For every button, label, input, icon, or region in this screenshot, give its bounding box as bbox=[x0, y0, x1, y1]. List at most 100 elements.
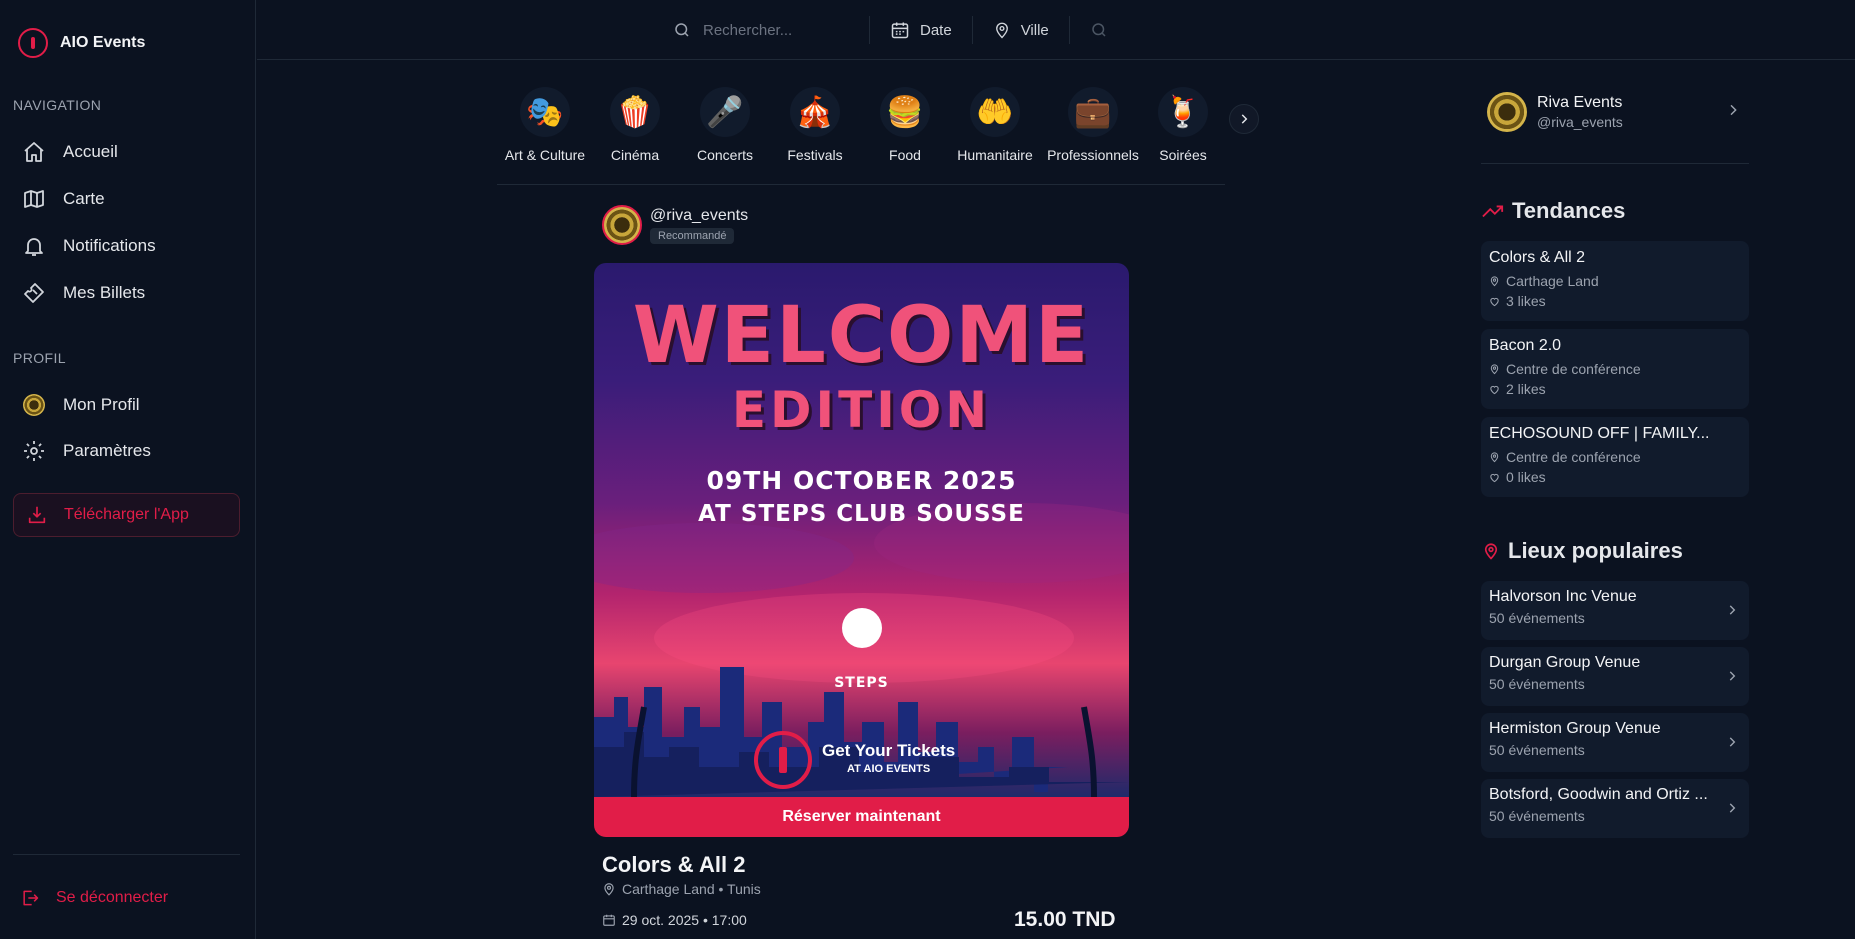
book-now-button[interactable]: Réserver maintenant bbox=[594, 797, 1129, 837]
date-filter-button[interactable]: Date bbox=[870, 20, 972, 40]
venue-event-count: 50 événements bbox=[1489, 808, 1585, 824]
sidebar: AIO Events NAVIGATION Accueil Carte Noti… bbox=[0, 0, 256, 939]
sidebar-item-carte[interactable]: Carte bbox=[13, 179, 243, 219]
venue-item[interactable]: Halvorson Inc Venue 50 événements bbox=[1481, 581, 1749, 640]
food-icon: 🍔 bbox=[880, 87, 930, 137]
venue-item[interactable]: Hermiston Group Venue 50 événements bbox=[1481, 713, 1749, 772]
concerts-icon: 🎤 bbox=[700, 87, 750, 137]
avatar-wrap bbox=[21, 392, 47, 418]
poster-title-line2: EDITION bbox=[731, 381, 992, 439]
trend-title: Colors & All 2 bbox=[1489, 249, 1586, 266]
gear-icon bbox=[21, 438, 47, 464]
avatar bbox=[1487, 92, 1527, 132]
categories-next-button[interactable] bbox=[1229, 104, 1259, 134]
sidebar-item-accueil[interactable]: Accueil bbox=[13, 132, 243, 172]
category-art-culture[interactable]: 🎭 Art & Culture bbox=[497, 87, 593, 163]
trend-item[interactable]: ECHOSOUND OFF | FAMILY... Centre de conf… bbox=[1481, 417, 1749, 497]
search-icon bbox=[1092, 23, 1106, 37]
category-professionnels[interactable]: 💼 Professionnels bbox=[1045, 87, 1141, 163]
sidebar-item-label: Notifications bbox=[63, 236, 156, 255]
category-label: Cinéma bbox=[610, 147, 660, 163]
poster-cta-sub: AT AIO EVENTS bbox=[847, 763, 931, 775]
post-author[interactable]: @riva_events Recommandé bbox=[602, 205, 748, 245]
sidebar-item-mes-billets[interactable]: Mes Billets bbox=[13, 273, 243, 313]
category-festivals[interactable]: 🎪 Festivals bbox=[767, 87, 863, 163]
trend-item[interactable]: Bacon 2.0 Centre de conférence 2 likes bbox=[1481, 329, 1749, 409]
heart-icon bbox=[1490, 473, 1499, 482]
category-humanitaire[interactable]: 🤲 Humanitaire bbox=[947, 87, 1043, 163]
trend-location: Centre de conférence bbox=[1489, 449, 1741, 465]
heart-icon bbox=[1490, 385, 1499, 394]
search-field[interactable] bbox=[669, 21, 869, 39]
location-pin-icon bbox=[993, 20, 1011, 40]
calendar-icon bbox=[890, 20, 910, 40]
search-input[interactable] bbox=[703, 21, 863, 39]
art-culture-icon: 🎭 bbox=[520, 87, 570, 137]
calendar-icon bbox=[603, 914, 615, 926]
trend-location: Carthage Land bbox=[1489, 273, 1741, 289]
sidebar-item-mon-profil[interactable]: Mon Profil bbox=[13, 385, 243, 425]
organizer-name: Riva Events bbox=[1537, 94, 1623, 111]
profile-section-title: PROFIL bbox=[13, 350, 66, 366]
app-name: AIO Events bbox=[60, 34, 146, 51]
recommended-badge: Recommandé bbox=[650, 227, 735, 244]
event-datetime-text: 29 oct. 2025 • 17:00 bbox=[622, 912, 747, 928]
category-strip: 🎭 Art & Culture 🍿 Cinéma 🎤 Concerts 🎪 Fe… bbox=[497, 85, 1259, 185]
download-icon bbox=[26, 504, 48, 526]
event-location-text: Carthage Land • Tunis bbox=[622, 881, 761, 897]
sidebar-item-parametres[interactable]: Paramètres bbox=[13, 431, 243, 471]
trends-heading: Tendances bbox=[1482, 198, 1625, 224]
festivals-icon: 🎪 bbox=[790, 87, 840, 137]
trend-location-text: Carthage Land bbox=[1506, 273, 1599, 289]
brand[interactable]: AIO Events bbox=[18, 28, 145, 58]
location-pin-icon bbox=[1484, 543, 1498, 560]
event-poster-image[interactable]: WELCOME EDITION 09TH OCTOBER 2025 AT STE… bbox=[594, 263, 1129, 797]
logout-icon bbox=[20, 888, 40, 908]
download-app-button[interactable]: Télécharger l'App bbox=[13, 493, 240, 537]
avatar bbox=[602, 205, 642, 245]
venue-item[interactable]: Durgan Group Venue 50 événements bbox=[1481, 647, 1749, 706]
event-datetime: 29 oct. 2025 • 17:00 bbox=[602, 912, 747, 928]
category-concerts[interactable]: 🎤 Concerts bbox=[677, 87, 773, 163]
poster-date-line1: 09TH OCTOBER 2025 bbox=[706, 466, 1017, 495]
logout-label: Se déconnecter bbox=[56, 889, 169, 906]
venue-name: Hermiston Group Venue bbox=[1489, 720, 1661, 737]
category-cinema[interactable]: 🍿 Cinéma bbox=[587, 87, 683, 163]
venues-heading: Lieux populaires bbox=[1482, 538, 1683, 564]
sidebar-divider bbox=[13, 854, 240, 855]
event-title[interactable]: Colors & All 2 bbox=[602, 852, 745, 878]
venue-item[interactable]: Botsford, Goodwin and Ortiz ... 50 événe… bbox=[1481, 779, 1749, 838]
city-filter-button[interactable]: Ville bbox=[973, 20, 1069, 40]
trending-up-icon bbox=[1482, 205, 1504, 218]
date-filter-label: Date bbox=[920, 21, 952, 39]
sidebar-item-label: Mon Profil bbox=[63, 395, 140, 414]
cinema-icon: 🍿 bbox=[610, 87, 660, 137]
category-food[interactable]: 🍔 Food bbox=[857, 87, 953, 163]
event-price: 15.00 TND bbox=[1014, 908, 1116, 931]
app-logo-icon bbox=[18, 28, 48, 58]
trend-likes-text: 2 likes bbox=[1506, 381, 1546, 397]
organizer-profile-card[interactable]: Riva Events @riva_events bbox=[1487, 90, 1747, 134]
sidebar-item-notifications[interactable]: Notifications bbox=[13, 226, 243, 266]
category-soirees[interactable]: 🍹 Soirées bbox=[1143, 87, 1223, 163]
heart-icon bbox=[1490, 297, 1499, 306]
trend-likes: 3 likes bbox=[1489, 293, 1741, 309]
venue-name: Halvorson Inc Venue bbox=[1489, 588, 1637, 605]
category-label: Concerts bbox=[696, 147, 754, 163]
trend-likes: 0 likes bbox=[1489, 469, 1741, 485]
search-bar: Date Ville bbox=[669, 13, 1128, 47]
venue-name: Durgan Group Venue bbox=[1489, 654, 1641, 671]
navigation-section-title: NAVIGATION bbox=[13, 97, 102, 113]
trend-likes-text: 3 likes bbox=[1506, 293, 1546, 309]
trend-location: Centre de conférence bbox=[1489, 361, 1741, 377]
logout-button[interactable]: Se déconnecter bbox=[20, 888, 168, 908]
sidebar-item-label: Carte bbox=[63, 189, 105, 208]
sidebar-item-label: Accueil bbox=[63, 142, 118, 161]
trend-title: ECHOSOUND OFF | FAMILY... bbox=[1489, 425, 1710, 442]
poster-cta: Get Your Tickets AT AIO EVENTS bbox=[754, 731, 955, 789]
steps-logo-icon bbox=[842, 608, 882, 648]
search-submit-button[interactable] bbox=[1070, 21, 1128, 39]
trend-item[interactable]: Colors & All 2 Carthage Land 3 likes bbox=[1481, 241, 1749, 321]
venue-event-count: 50 événements bbox=[1489, 676, 1585, 692]
trend-likes-text: 0 likes bbox=[1506, 469, 1546, 485]
